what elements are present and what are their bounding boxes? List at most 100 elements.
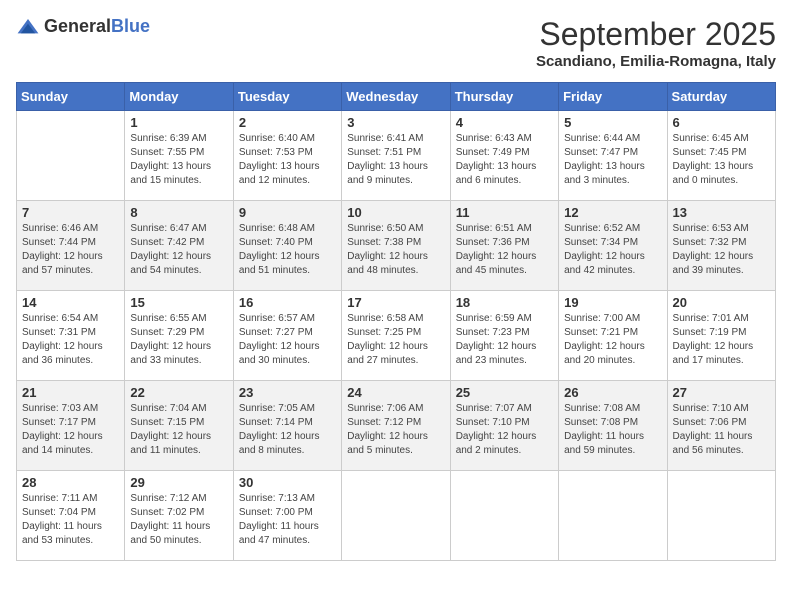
calendar-cell: 29 Sunrise: 7:12 AMSunset: 7:02 PMDayligh… [125,471,233,561]
calendar-cell: 6 Sunrise: 6:45 AMSunset: 7:45 PMDaylight… [667,111,775,201]
logo-text: GeneralBlue [44,16,150,37]
cell-info: Sunrise: 6:55 AMSunset: 7:29 PMDaylight:… [130,312,227,368]
calendar-cell: 4Sunrise: 6:43 AMSunset: 7:49 PMDaylight… [450,111,558,201]
calendar-cell: 18 Sunrise: 6:59 AMSunset: 7:23 PMDayligh… [450,291,558,381]
day-number: 6 [673,115,770,130]
logo-icon [16,17,40,37]
day-number: 9 [239,205,336,220]
day-number: 4 [456,115,553,130]
header: GeneralBlue September 2025 Scandiano, Em… [16,16,776,70]
calendar-cell: 21 Sunrise: 7:03 AMSunset: 7:17 PMDayligh… [17,381,125,471]
calendar-cell: 7 Sunrise: 6:46 AMSunset: 7:44 PMDaylight… [17,201,125,291]
calendar-cell: 1 Sunrise: 6:39 AMSunset: 7:55 PMDaylight… [125,111,233,201]
calendar-cell: 20Sunrise: 7:01 AMSunset: 7:19 PMDayligh… [667,291,775,381]
header-cell-thursday: Thursday [450,83,558,111]
day-number: 13 [673,205,770,220]
calendar-cell: 2 Sunrise: 6:40 AMSunset: 7:53 PMDaylight… [233,111,341,201]
week-row-4: 21 Sunrise: 7:03 AMSunset: 7:17 PMDayligh… [17,381,776,471]
day-number: 10 [347,205,444,220]
logo: GeneralBlue [16,16,150,37]
header-cell-monday: Monday [125,83,233,111]
calendar-cell [450,471,558,561]
day-number: 20 [673,295,770,310]
day-number: 23 [239,385,336,400]
day-number: 19 [564,295,661,310]
cell-info: Sunrise: 7:03 AMSunset: 7:17 PMDaylight:… [22,402,119,458]
month-title: September 2025 [536,16,776,53]
calendar-cell: 11 Sunrise: 6:51 AMSunset: 7:36 PMDayligh… [450,201,558,291]
week-row-5: 28 Sunrise: 7:11 AMSunset: 7:04 PMDayligh… [17,471,776,561]
calendar-header: SundayMondayTuesdayWednesdayThursdayFrid… [17,83,776,111]
cell-info: Sunrise: 7:11 AMSunset: 7:04 PMDaylight:… [22,492,119,548]
calendar-cell: 22Sunrise: 7:04 AMSunset: 7:15 PMDayligh… [125,381,233,471]
day-number: 2 [239,115,336,130]
calendar-cell: 16 Sunrise: 6:57 AMSunset: 7:27 PMDayligh… [233,291,341,381]
title-area: September 2025 Scandiano, Emilia-Romagna… [536,16,776,70]
cell-info: Sunrise: 6:59 AMSunset: 7:23 PMDaylight:… [456,312,553,368]
week-row-3: 14 Sunrise: 6:54 AMSunset: 7:31 PMDayligh… [17,291,776,381]
day-number: 11 [456,205,553,220]
day-number: 14 [22,295,119,310]
day-number: 16 [239,295,336,310]
cell-info: Sunrise: 6:40 AMSunset: 7:53 PMDaylight:… [239,132,336,188]
calendar-cell: 9 Sunrise: 6:48 AMSunset: 7:40 PMDaylight… [233,201,341,291]
cell-info: Sunrise: 7:04 AMSunset: 7:15 PMDaylight:… [130,402,227,458]
cell-info: Sunrise: 6:46 AMSunset: 7:44 PMDaylight:… [22,222,119,278]
day-number: 29 [130,475,227,490]
cell-info: Sunrise: 6:45 AMSunset: 7:45 PMDaylight:… [673,132,770,188]
header-cell-friday: Friday [559,83,667,111]
cell-info: Sunrise: 6:51 AMSunset: 7:36 PMDaylight:… [456,222,553,278]
calendar-cell: 15 Sunrise: 6:55 AMSunset: 7:29 PMDayligh… [125,291,233,381]
cell-info: Sunrise: 6:53 AMSunset: 7:32 PMDaylight:… [673,222,770,278]
calendar-cell: 3Sunrise: 6:41 AMSunset: 7:51 PMDaylight… [342,111,450,201]
week-row-2: 7 Sunrise: 6:46 AMSunset: 7:44 PMDaylight… [17,201,776,291]
calendar-cell: 19Sunrise: 7:00 AMSunset: 7:21 PMDayligh… [559,291,667,381]
day-number: 30 [239,475,336,490]
calendar-body: 1 Sunrise: 6:39 AMSunset: 7:55 PMDaylight… [17,111,776,561]
calendar-cell [17,111,125,201]
day-number: 25 [456,385,553,400]
day-number: 5 [564,115,661,130]
cell-info: Sunrise: 6:47 AMSunset: 7:42 PMDaylight:… [130,222,227,278]
day-number: 8 [130,205,227,220]
calendar-cell: 27 Sunrise: 7:10 AMSunset: 7:06 PMDayligh… [667,381,775,471]
calendar-cell: 13 Sunrise: 6:53 AMSunset: 7:32 PMDayligh… [667,201,775,291]
calendar-cell: 24Sunrise: 7:06 AMSunset: 7:12 PMDayligh… [342,381,450,471]
header-cell-wednesday: Wednesday [342,83,450,111]
calendar-cell: 10 Sunrise: 6:50 AMSunset: 7:38 PMDayligh… [342,201,450,291]
cell-info: Sunrise: 7:08 AMSunset: 7:08 PMDaylight:… [564,402,661,458]
day-number: 28 [22,475,119,490]
cell-info: Sunrise: 6:54 AMSunset: 7:31 PMDaylight:… [22,312,119,368]
day-number: 27 [673,385,770,400]
cell-info: Sunrise: 6:41 AMSunset: 7:51 PMDaylight:… [347,132,444,188]
calendar-cell [342,471,450,561]
calendar-cell: 5Sunrise: 6:44 AMSunset: 7:47 PMDaylight… [559,111,667,201]
cell-info: Sunrise: 6:50 AMSunset: 7:38 PMDaylight:… [347,222,444,278]
cell-info: Sunrise: 6:48 AMSunset: 7:40 PMDaylight:… [239,222,336,278]
week-row-1: 1 Sunrise: 6:39 AMSunset: 7:55 PMDaylight… [17,111,776,201]
day-number: 18 [456,295,553,310]
logo-general: General [44,16,111,36]
day-number: 7 [22,205,119,220]
cell-info: Sunrise: 6:58 AMSunset: 7:25 PMDaylight:… [347,312,444,368]
calendar-cell: 26Sunrise: 7:08 AMSunset: 7:08 PMDayligh… [559,381,667,471]
calendar-cell: 25Sunrise: 7:07 AMSunset: 7:10 PMDayligh… [450,381,558,471]
day-number: 24 [347,385,444,400]
calendar-cell: 30 Sunrise: 7:13 AMSunset: 7:00 PMDayligh… [233,471,341,561]
day-number: 1 [130,115,227,130]
cell-info: Sunrise: 6:52 AMSunset: 7:34 PMDaylight:… [564,222,661,278]
cell-info: Sunrise: 7:13 AMSunset: 7:00 PMDaylight:… [239,492,336,548]
calendar-cell: 8 Sunrise: 6:47 AMSunset: 7:42 PMDaylight… [125,201,233,291]
cell-info: Sunrise: 7:05 AMSunset: 7:14 PMDaylight:… [239,402,336,458]
cell-info: Sunrise: 6:39 AMSunset: 7:55 PMDaylight:… [130,132,227,188]
cell-info: Sunrise: 7:10 AMSunset: 7:06 PMDaylight:… [673,402,770,458]
calendar-cell: 23 Sunrise: 7:05 AMSunset: 7:14 PMDayligh… [233,381,341,471]
header-cell-sunday: Sunday [17,83,125,111]
calendar-cell [667,471,775,561]
day-number: 15 [130,295,227,310]
day-number: 21 [22,385,119,400]
header-cell-saturday: Saturday [667,83,775,111]
cell-info: Sunrise: 7:12 AMSunset: 7:02 PMDaylight:… [130,492,227,548]
logo-blue: Blue [111,16,150,36]
cell-info: Sunrise: 6:57 AMSunset: 7:27 PMDaylight:… [239,312,336,368]
